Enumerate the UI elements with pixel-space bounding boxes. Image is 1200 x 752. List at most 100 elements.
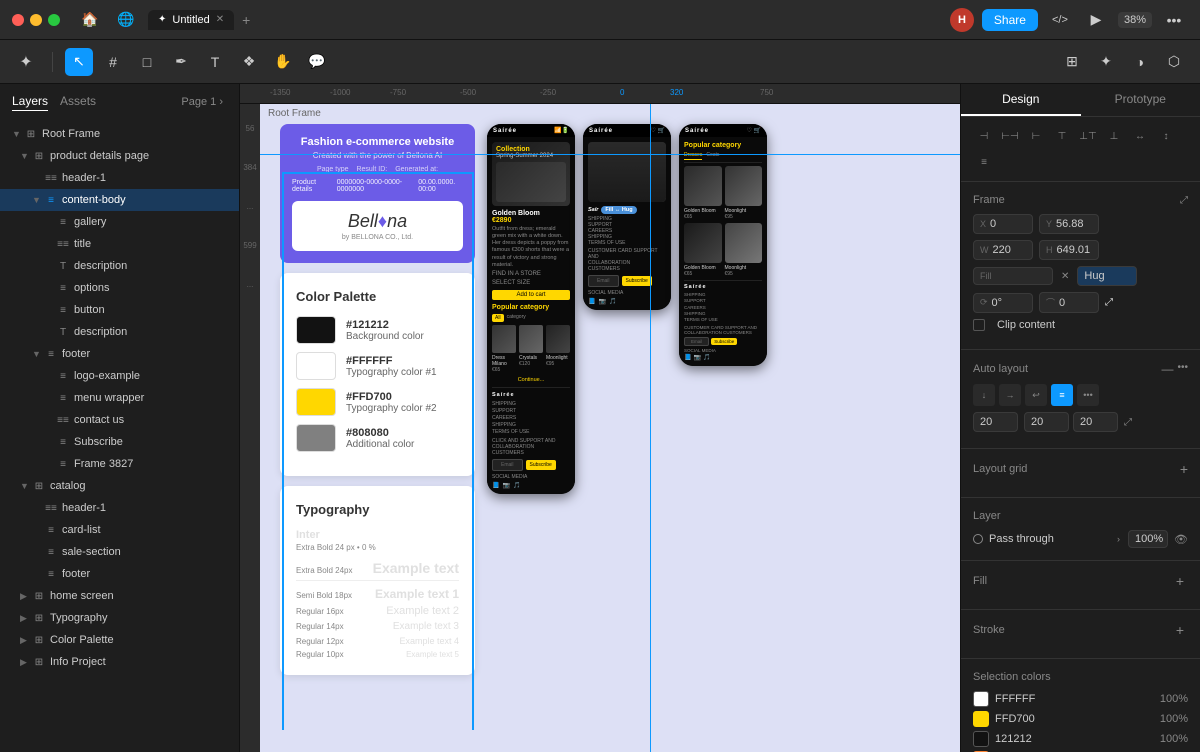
resize-icon[interactable]: ⤢ [1105,297,1113,308]
al-expand-icon[interactable]: ⤢ [1124,417,1132,428]
home-icon[interactable]: 🏠 [76,6,104,34]
social-icon-3[interactable]: 🎵 [513,482,520,489]
al-more-icon[interactable]: ••• [1177,362,1188,376]
assets-tab[interactable]: Assets [60,92,96,111]
align-center-v-icon[interactable]: ⊥⊤ [1077,125,1099,147]
al-right-icon[interactable]: → [999,384,1021,406]
more-align-icon[interactable]: ≡ [973,151,995,173]
code-icon[interactable]: </> [1046,6,1074,34]
add-to-cart-btn[interactable]: Add to cart [492,290,570,300]
components-icon[interactable]: ✦ [1092,48,1120,76]
w-field[interactable]: W 220 [973,240,1033,260]
stroke-add-icon[interactable]: + [1172,622,1188,638]
layer-info-project[interactable]: ▶ ⊞ Info Project [0,651,239,673]
distribute-h-icon[interactable]: ↔ [1129,125,1151,147]
email-input[interactable]: Email [492,459,523,471]
layer-card-list[interactable]: ▶ ≡ card-list [0,519,239,541]
tag-all[interactable]: All [492,314,504,322]
align-top-icon[interactable]: ⊤ [1051,125,1073,147]
layer-content-body[interactable]: ▼ ≡ content-body [0,189,239,211]
sel-swatch-3[interactable] [973,731,989,747]
layer-contact-us[interactable]: ▶ ≡≡ contact us [0,409,239,431]
layer-header1[interactable]: ▶ ≡≡ header-1 [0,167,239,189]
corner-field[interactable]: ⌒ 0 [1039,292,1099,313]
layer-catalog[interactable]: ▼ ⊞ catalog [0,475,239,497]
share-view-icon[interactable]: ⬡ [1160,48,1188,76]
subscribe-btn-2[interactable]: Subscribe [622,276,652,286]
select-tool[interactable]: ↖ [65,48,93,76]
more-icon[interactable]: ••• [1160,6,1188,34]
prototype-tab[interactable]: Prototype [1081,84,1200,116]
layer-root-frame[interactable]: ▼ ⊞ Root Frame [0,123,239,145]
al-down-icon[interactable]: ↓ [973,384,995,406]
distribute-v-icon[interactable]: ↕ [1155,125,1177,147]
sel-swatch-2[interactable] [973,711,989,727]
layer-home-screen[interactable]: ▶ ⊞ home screen [0,585,239,607]
layer-footer[interactable]: ▼ ≡ footer [0,343,239,365]
subscribe-btn[interactable]: Subscribe [526,460,556,470]
layer-button[interactable]: ▶ ≡ button [0,299,239,321]
minimize-button[interactable] [30,14,42,26]
frame-tool[interactable]: # [99,48,127,76]
grid-view-icon[interactable]: ⊞ [1058,48,1086,76]
sel-swatch-1[interactable] [973,691,989,707]
fill-field[interactable]: Fill [973,267,1053,285]
new-tab-button[interactable]: + [238,12,254,28]
layer-options[interactable]: ▶ ≡ options [0,277,239,299]
y-field[interactable]: Y 56.88 [1039,214,1099,234]
al-more2-icon[interactable]: ••• [1077,384,1099,406]
layer-gallery[interactable]: ▶ ≡ gallery [0,211,239,233]
sub-btn-3[interactable]: Subscribe [711,338,737,345]
layer-catalog-header[interactable]: ▶ ≡≡ header-1 [0,497,239,519]
al-spacing-field[interactable]: 20 [973,412,1018,432]
lg-add-icon[interactable]: + [1180,461,1188,477]
layer-title[interactable]: ▶ ≡≡ title [0,233,239,255]
layers-tab[interactable]: Layers [12,92,48,111]
component-tool[interactable]: ❖ [235,48,263,76]
play-icon[interactable]: ▶ [1082,6,1110,34]
tag-other[interactable]: category [507,314,526,322]
email-3[interactable]: Email [684,337,709,346]
h-field[interactable]: H 649.01 [1039,240,1099,260]
hand-tool[interactable]: ✋ [269,48,297,76]
align-bottom-icon[interactable]: ⊥ [1103,125,1125,147]
email-input-2[interactable]: Email [588,275,619,287]
globe-icon[interactable]: 🌐 [112,6,140,34]
layer-description2[interactable]: ▶ T description [0,321,239,343]
layer-subscribe[interactable]: ▶ ≡ Subscribe [0,431,239,453]
social-icon-1[interactable]: 📘 [492,482,499,489]
al-padding-h-field[interactable]: 20 [1024,412,1069,432]
continue-link[interactable]: Continue... [492,377,570,383]
active-tab[interactable]: ✦ Untitled ✕ [148,10,234,30]
layer-color-palette[interactable]: ▶ ⊞ Color Palette [0,629,239,651]
share-button[interactable]: Share [982,9,1038,31]
canvas-area[interactable]: 56384...599... Root Frame Fashion e-comm… [240,104,960,752]
x-field[interactable]: X 0 [973,214,1033,234]
align-right-icon[interactable]: ⊢ [1025,125,1047,147]
close-button[interactable] [12,14,24,26]
design-tab[interactable]: Design [961,84,1081,116]
maximize-button[interactable] [48,14,60,26]
text-tool[interactable]: T [201,48,229,76]
al-minus-icon[interactable]: — [1161,362,1173,376]
layer-description[interactable]: ▶ T description [0,255,239,277]
opacity-field[interactable]: 100% [1128,530,1168,548]
shape-tool[interactable]: □ [133,48,161,76]
align-left-icon[interactable]: ⊣ [973,125,995,147]
layer-catalog-footer[interactable]: ▶ ≡ footer [0,563,239,585]
tab-close-icon[interactable]: ✕ [216,14,224,25]
al-padding-v-field[interactable]: 20 [1073,412,1118,432]
align-center-h-icon[interactable]: ⊢⊣ [999,125,1021,147]
fill-add-icon[interactable]: + [1172,573,1188,589]
layer-typography[interactable]: ▶ ⊞ Typography [0,607,239,629]
social-icon-2[interactable]: 📷 [502,482,509,489]
al-wrap-icon[interactable]: ↩ [1025,384,1047,406]
al-align-icon[interactable]: ≡ [1051,384,1073,406]
figma-menu[interactable]: ✦ [12,48,40,76]
visibility-icon[interactable]: 👁 [1174,533,1188,546]
layer-menu-wrapper[interactable]: ▶ ≡ menu wrapper [0,387,239,409]
layer-product-details[interactable]: ▼ ⊞ product details page [0,145,239,167]
layer-sale-section[interactable]: ▶ ≡ sale-section [0,541,239,563]
avatar[interactable]: H [950,8,974,32]
layer-frame3827[interactable]: ▶ ≡ Frame 3827 [0,453,239,475]
